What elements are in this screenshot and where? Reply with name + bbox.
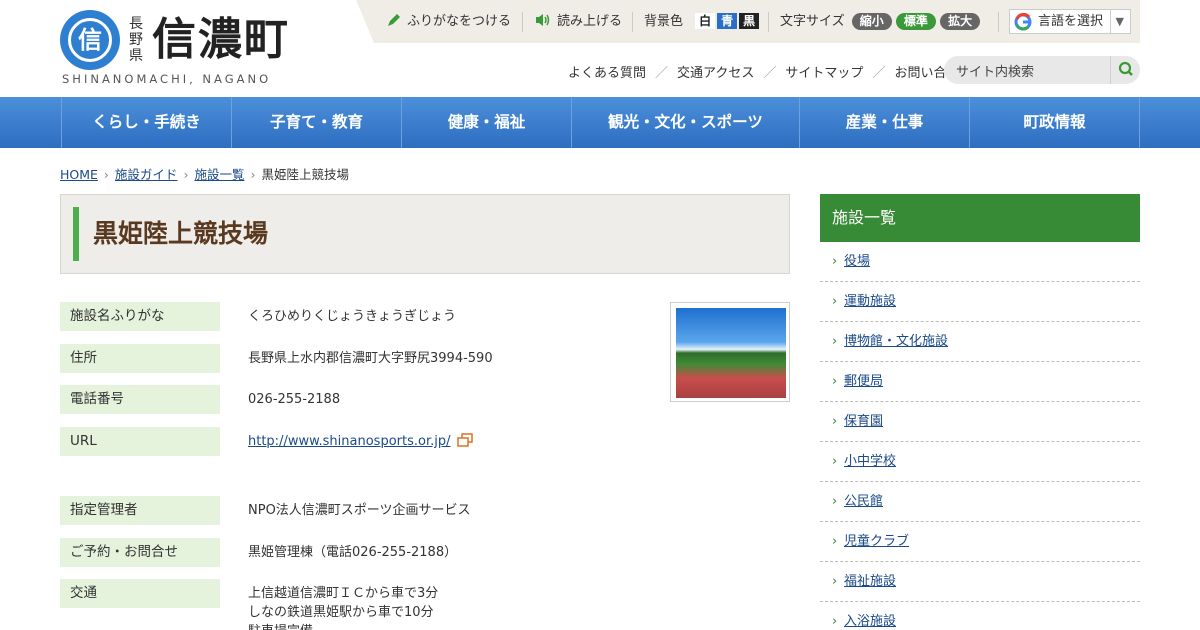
sidebar-item[interactable]: › 児童クラブ (820, 522, 1140, 562)
chevron-right-icon: › (832, 374, 838, 389)
label-address: 住所 (60, 344, 220, 373)
chevron-right-icon: › (832, 414, 838, 429)
sidebar-item[interactable]: › 博物館・文化施設 (820, 322, 1140, 362)
value-phone: 026-255-2188 (248, 392, 341, 407)
site-logo[interactable]: 信 長野県 信濃町 SHINANOMACHI, NAGANO (60, 10, 290, 88)
sidebar-title: 施設一覧 (820, 194, 1140, 242)
search-icon (1118, 61, 1133, 76)
bg-white-button[interactable]: 白 (695, 13, 716, 29)
value-manager: NPO法人信濃町スポーツ企画サービス (248, 503, 471, 518)
label-phone: 電話番号 (60, 385, 220, 414)
label-manager: 指定管理者 (60, 496, 220, 525)
logo-prefecture: 長野県 (129, 16, 143, 64)
chevron-right-icon: › (832, 494, 838, 509)
facility-photo[interactable] (670, 302, 790, 402)
utility-links: よくある質問／交通アクセス／サイトマップ／お問い合わせ (568, 66, 973, 81)
external-window-icon (456, 433, 473, 447)
logo-town-name: 信濃町 (152, 14, 290, 65)
sidebar-item[interactable]: › 運動施設 (820, 282, 1140, 322)
stadium-image (676, 308, 786, 398)
pen-icon (388, 14, 400, 26)
label-reservation: ご予約・お問合せ (60, 538, 220, 567)
sidebar-item[interactable]: › 入浴施設 (820, 602, 1140, 630)
chevron-right-icon: › (832, 334, 838, 349)
sidebar-item[interactable]: › 公民館 (820, 482, 1140, 522)
chevron-right-icon: › (832, 534, 838, 549)
furigana-button[interactable]: ふりがなをつける (386, 11, 511, 33)
font-size-group: 文字サイズ 縮小 標準 拡大 (780, 11, 981, 33)
sidebar-item[interactable]: › 郵便局 (820, 362, 1140, 402)
label-furigana: 施設名ふりがな (60, 302, 220, 331)
value-reservation: 黒姫管理棟（電話026-255-2188） (248, 545, 458, 560)
bg-blue-button[interactable]: 青 (717, 13, 738, 29)
site-header: 信 長野県 信濃町 SHINANOMACHI, NAGANO ふりがなをつける … (0, 0, 1200, 97)
facility-url-link[interactable]: http://www.shinanosports.or.jp/ (248, 434, 451, 449)
font-large-button[interactable]: 拡大 (940, 13, 981, 30)
link-faq[interactable]: よくある質問 (568, 66, 646, 81)
chevron-right-icon: › (832, 614, 838, 629)
value-furigana: くろひめりくじょうきょうぎじょう (248, 309, 457, 324)
link-access[interactable]: 交通アクセス (677, 66, 754, 81)
page-title-box: 黒姫陸上競技場 (60, 194, 790, 274)
background-color-group: 背景色 白青黒 (644, 11, 760, 33)
label-access: 交通 (60, 579, 220, 608)
sidebar-item[interactable]: › 役場 (820, 242, 1140, 282)
chevron-right-icon: › (832, 454, 838, 469)
search-input[interactable]: サイト内検索 (956, 61, 1034, 80)
logo-english-name: SHINANOMACHI, NAGANO (62, 72, 272, 86)
nav-childcare[interactable]: 子育て・教育 (231, 97, 401, 148)
nav-government[interactable]: 町政情報 (969, 97, 1139, 148)
link-sitemap[interactable]: サイトマップ (785, 66, 863, 81)
value-address: 長野県上水内郡信濃町大字野尻3994-590 (248, 351, 493, 366)
logo-emblem-icon: 信 (60, 10, 120, 70)
font-normal-button[interactable]: 標準 (895, 13, 936, 30)
breadcrumb-facility-guide[interactable]: 施設ガイド (115, 167, 178, 182)
chevron-right-icon: › (832, 254, 838, 269)
nav-tourism[interactable]: 観光・文化・スポーツ (571, 97, 799, 148)
breadcrumb: HOME › 施設ガイド › 施設一覧 › 黒姫陸上競技場 (60, 167, 349, 182)
read-aloud-button[interactable]: 読み上げる (534, 11, 622, 33)
value-access: 上信越道信濃町ＩＣから車で3分 しなの鉄道黒姫駅から車で10分 駐車場完備 (248, 586, 439, 630)
speaker-icon (536, 14, 550, 26)
sidebar-item[interactable]: › 福祉施設 (820, 562, 1140, 602)
search-button[interactable] (1110, 56, 1140, 84)
site-search: サイト内検索 (944, 56, 1140, 84)
breadcrumb-current: 黒姫陸上競技場 (261, 167, 349, 182)
chevron-right-icon: › (832, 294, 838, 309)
breadcrumb-facility-list[interactable]: 施設一覧 (194, 167, 244, 182)
breadcrumb-home[interactable]: HOME (60, 167, 98, 182)
accessibility-toolbar: ふりがなをつける 読み上げる 背景色 白青黒 文字サイズ 縮小 標準 拡大 言語… (356, 0, 1140, 43)
chevron-right-icon: › (832, 574, 838, 589)
nav-living[interactable]: くらし・手続き (61, 97, 231, 148)
font-small-button[interactable]: 縮小 (851, 13, 892, 30)
sidebar-item[interactable]: › 保育園 (820, 402, 1140, 442)
sidebar-item[interactable]: › 小中学校 (820, 442, 1140, 482)
bg-black-button[interactable]: 黒 (739, 13, 760, 29)
nav-industry[interactable]: 産業・仕事 (799, 97, 969, 148)
chevron-down-icon: ▼ (1109, 10, 1124, 33)
nav-health[interactable]: 健康・福祉 (401, 97, 571, 148)
global-navigation: くらし・手続き 子育て・教育 健康・福祉 観光・文化・スポーツ 産業・仕事 町政… (0, 97, 1200, 148)
label-url: URL (60, 427, 220, 456)
google-g-icon (1014, 13, 1032, 31)
page-title: 黒姫陸上競技場 (93, 219, 269, 248)
language-select[interactable]: 言語を選択 ▼ (1009, 9, 1131, 34)
value-url: http://www.shinanosports.or.jp/ (248, 432, 473, 451)
